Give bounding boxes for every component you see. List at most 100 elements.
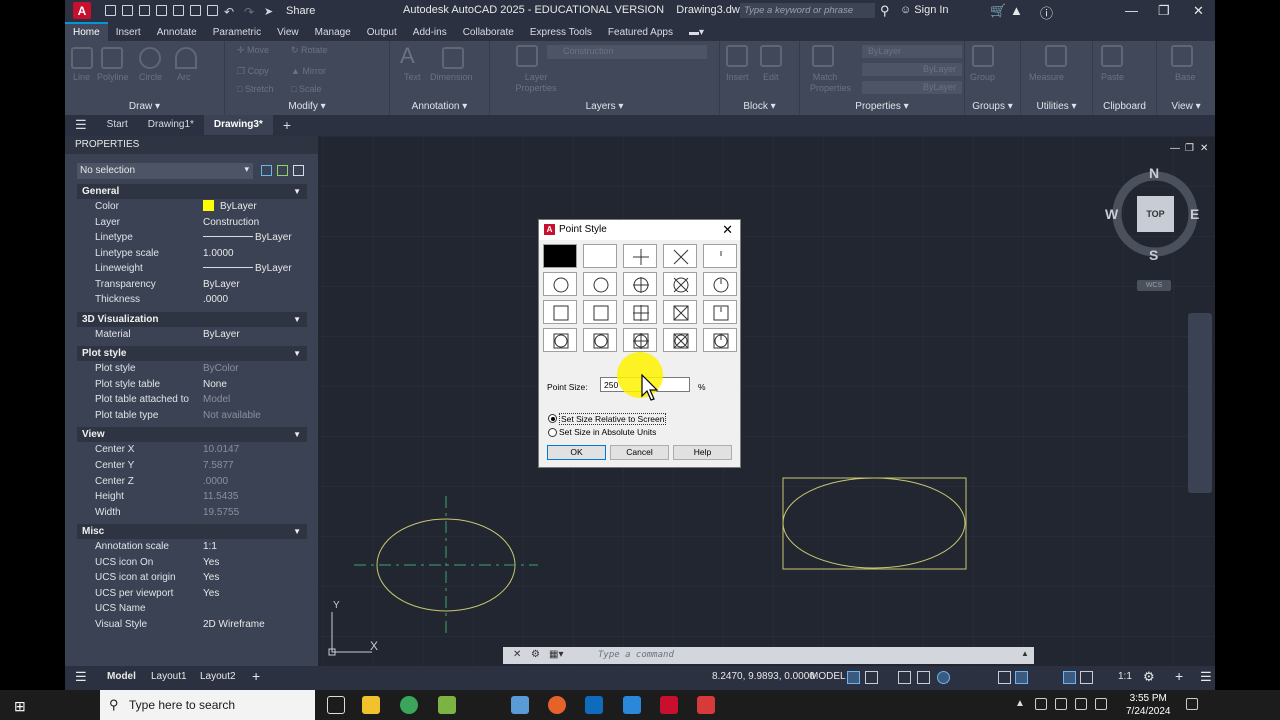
sign-in-button[interactable]: ☺ Sign In xyxy=(900,4,949,16)
help-button[interactable]: Help xyxy=(673,445,732,460)
isodraft-icon[interactable] xyxy=(937,671,950,684)
save-as-icon[interactable] xyxy=(156,5,167,16)
measure-tool-label[interactable]: Measure xyxy=(1029,72,1064,82)
point-style-dot-circle[interactable] xyxy=(543,272,577,296)
dimension-tool-label[interactable]: Dimension xyxy=(430,72,473,82)
search-icon[interactable]: ⚲ xyxy=(880,3,890,19)
prop-row-ucs-per-viewport[interactable]: UCS per viewport Yes xyxy=(77,586,307,602)
point-style-none[interactable] xyxy=(583,244,617,268)
measure-icon[interactable] xyxy=(1045,45,1067,67)
customize-status-icon[interactable]: ☰ xyxy=(1200,669,1212,685)
workspace-gear-icon[interactable]: ⚙ xyxy=(1143,669,1155,685)
open-web-icon[interactable] xyxy=(173,5,184,16)
insert-block-label[interactable]: Insert xyxy=(726,72,749,82)
layer-properties-label[interactable]: Layer Properties xyxy=(511,72,561,94)
tab-featured-apps[interactable]: Featured Apps xyxy=(600,24,681,41)
cart-icon[interactable]: 🛒 xyxy=(990,3,1006,19)
tab-add-ins[interactable]: Add-ins xyxy=(405,24,455,41)
prop-row-plot-table-type[interactable]: Plot table type Not available xyxy=(77,408,307,424)
line-tool-label[interactable]: Line xyxy=(73,72,90,82)
annotation-visibility-icon[interactable] xyxy=(1063,671,1076,684)
tab-model[interactable]: Model xyxy=(107,671,136,682)
add-layout-icon[interactable]: + xyxy=(252,668,260,684)
viewcube-top-face[interactable]: TOP xyxy=(1137,196,1174,232)
snipping-tool-icon[interactable] xyxy=(623,696,641,714)
annotation-scale-button[interactable]: 1:1 xyxy=(1118,671,1132,682)
command-close-icon[interactable]: ✕ xyxy=(513,649,521,660)
point-style-none-circle-square[interactable] xyxy=(583,328,617,352)
dimension-icon[interactable] xyxy=(442,47,464,69)
prop-row-linetype[interactable]: Linetype ByLayer xyxy=(77,230,307,246)
viewport-close-icon[interactable]: ✕ xyxy=(1200,143,1208,154)
command-expand-icon[interactable]: ▲ xyxy=(1021,649,1029,658)
help-search-input[interactable]: Type a keyword or phrase xyxy=(740,3,875,18)
command-customize-icon[interactable]: ⚙ xyxy=(531,649,540,660)
color-dropdown[interactable]: ByLayer xyxy=(862,45,962,58)
section-view[interactable]: View ▼ xyxy=(77,427,307,442)
new-tab-icon[interactable]: + xyxy=(273,115,301,135)
point-style-dot-circle-square[interactable] xyxy=(543,328,577,352)
tray-chevron-icon[interactable]: ▲ xyxy=(1015,698,1025,709)
point-style-cross-circle-square[interactable] xyxy=(663,328,697,352)
copy-tool[interactable]: ❐ Copy xyxy=(237,66,269,77)
tab-insert[interactable]: Insert xyxy=(108,24,149,41)
recorder-icon[interactable] xyxy=(697,696,715,714)
grid-icon[interactable] xyxy=(847,671,860,684)
prop-row-plot-style[interactable]: Plot style ByColor xyxy=(77,361,307,377)
snap-icon[interactable] xyxy=(865,671,878,684)
close-icon[interactable]: ✕ xyxy=(1193,3,1204,19)
autocad-logo-icon[interactable]: A xyxy=(73,2,91,19)
point-style-plus-circle[interactable] xyxy=(623,272,657,296)
tab-output[interactable]: Output xyxy=(359,24,405,41)
groups-panel-title[interactable]: Groups ▾ xyxy=(965,101,1020,112)
edit-block-label[interactable]: Edit xyxy=(763,72,779,82)
radio-relative-to-screen[interactable] xyxy=(548,414,557,423)
save-icon[interactable] xyxy=(139,5,150,16)
move-tool[interactable]: ✛ Move xyxy=(237,45,269,56)
prop-row-ucs-icon-origin[interactable]: UCS icon at origin Yes xyxy=(77,570,307,586)
help-icon[interactable]: ⓘ xyxy=(1040,3,1053,22)
tab-layout2[interactable]: Layout2 xyxy=(200,671,236,682)
base-view-icon[interactable] xyxy=(1171,45,1193,67)
file-tab-drawing1[interactable]: Drawing1* xyxy=(138,115,204,135)
rotate-tool[interactable]: ↻ Rotate xyxy=(291,45,328,56)
prop-row-ucs-icon-on[interactable]: UCS icon On Yes xyxy=(77,555,307,571)
outlook-icon[interactable] xyxy=(585,696,603,714)
tab-manage[interactable]: Manage xyxy=(307,24,359,41)
mirror-tool[interactable]: ▲ Mirror xyxy=(291,66,326,76)
open-file-icon[interactable] xyxy=(122,5,133,16)
point-style-cross[interactable] xyxy=(663,244,697,268)
toggle-pickadd-icon[interactable] xyxy=(261,165,272,176)
dialog-close-icon[interactable]: ✕ xyxy=(722,220,733,240)
auto-scale-icon[interactable] xyxy=(1080,671,1093,684)
compass-south[interactable]: S xyxy=(1149,247,1158,263)
polyline-icon[interactable] xyxy=(101,47,123,69)
tab-layout1[interactable]: Layout1 xyxy=(151,671,187,682)
object-snap-tracking-icon[interactable] xyxy=(1015,671,1028,684)
prop-row-layer[interactable]: Layer Construction xyxy=(77,215,307,231)
point-style-plus-square[interactable] xyxy=(623,300,657,324)
prop-row-plot-style-table[interactable]: Plot style table None xyxy=(77,377,307,393)
osnap-icon[interactable] xyxy=(998,671,1011,684)
paste-icon[interactable] xyxy=(1101,45,1123,67)
prop-row-plot-table-attached[interactable]: Plot table attached to Model xyxy=(77,392,307,408)
section-plot-style[interactable]: Plot style ▼ xyxy=(77,346,307,361)
windows-start-icon[interactable]: ⊞ xyxy=(14,698,26,715)
layers-panel-title[interactable]: Layers ▾ xyxy=(490,101,719,112)
tab-view[interactable]: View xyxy=(269,24,307,41)
point-style-cross-circle[interactable] xyxy=(663,272,697,296)
stretch-tool[interactable]: □ Stretch xyxy=(237,84,273,94)
select-objects-icon[interactable] xyxy=(277,165,288,176)
tab-home[interactable]: Home xyxy=(65,22,108,41)
annotation-panel-title[interactable]: Annotation ▾ xyxy=(390,101,489,112)
wcs-menu[interactable]: WCS xyxy=(1137,280,1171,291)
annotation-monitor-icon[interactable]: + xyxy=(1175,668,1183,684)
radio-absolute-units[interactable] xyxy=(548,428,557,437)
plot-icon[interactable] xyxy=(207,5,218,16)
drawing-canvas[interactable]: Y X xyxy=(318,136,1215,666)
layer-dropdown[interactable]: Construction xyxy=(547,45,707,59)
clipboard-panel-title[interactable]: Clipboard xyxy=(1093,101,1156,112)
point-style-cross-square[interactable] xyxy=(663,300,697,324)
task-view-icon[interactable] xyxy=(327,696,345,714)
text-tool-label[interactable]: Text xyxy=(404,72,421,82)
